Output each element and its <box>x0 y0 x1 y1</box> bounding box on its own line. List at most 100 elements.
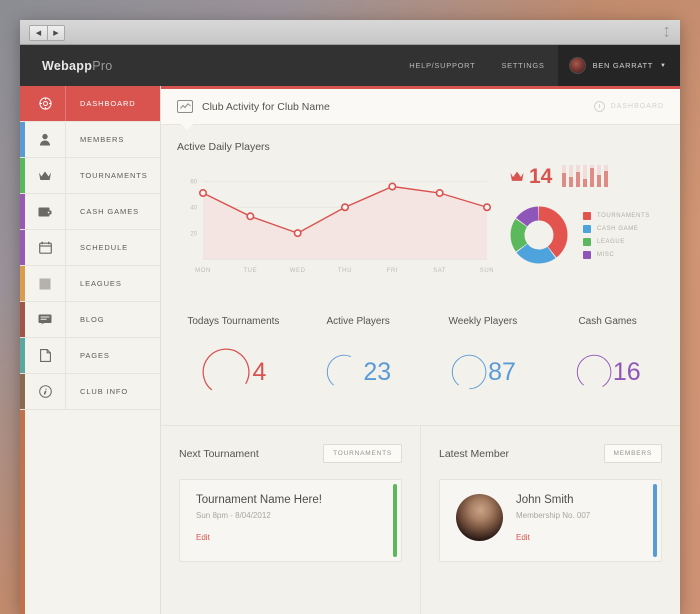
kpi-ring: 87 <box>450 339 516 405</box>
sidebar-item-label: TOURNAMENTS <box>80 171 148 180</box>
sidebar-item-label: CASH GAMES <box>80 207 140 216</box>
kpi-cash-games: Cash Games 16 <box>545 316 670 405</box>
sparkline-chart <box>562 165 609 187</box>
content-area: Club Activity for Club Name DASHBOARD Ac… <box>161 86 680 614</box>
line-chart-icon <box>177 100 193 113</box>
sparkline-bar <box>597 165 602 187</box>
kpi-todays-tournaments: Todays Tournaments 4 <box>171 316 296 405</box>
panel-latest-member: Latest Member MEMBERS John Smith Members… <box>420 426 680 614</box>
sidebar-item-label: MEMBERS <box>80 135 125 144</box>
breadcrumb-label: DASHBOARD <box>610 103 664 110</box>
chart-section: Active Daily Players 20 40 60 MON TUE WED THU F… <box>161 125 680 310</box>
legend-label: CASH GAME <box>597 225 639 232</box>
legend-label: MISC <box>597 251 615 258</box>
kpi-row: Todays Tournaments 4 Active Players 23 W… <box>161 310 680 426</box>
avatar <box>568 57 586 74</box>
svg-text:FRI: FRI <box>387 268 398 274</box>
sidebar-item-label: LEAGUES <box>80 279 122 288</box>
progress-ring <box>451 354 487 390</box>
legend-label: LEAGUE <box>597 238 625 245</box>
kpi-value: 87 <box>488 357 516 386</box>
sidebar-item-label: BLOG <box>80 315 105 324</box>
svg-text:TUE: TUE <box>243 268 257 274</box>
sidebar-item-members[interactable]: MEMBERS <box>20 122 160 158</box>
user-menu[interactable]: BEN GARRATT ▼ <box>557 45 680 86</box>
tournament-card[interactable]: Tournament Name Here! Sun 8pm - 8/04/201… <box>179 479 402 562</box>
members-button[interactable]: MEMBERS <box>603 444 662 463</box>
chevron-down-icon: ▼ <box>660 62 666 69</box>
donut-legend: TOURNAMENTS CASH GAME LEAGUE MISC <box>583 211 650 259</box>
svg-text:THU: THU <box>338 268 352 274</box>
sparkline-bar <box>562 165 567 187</box>
sidebar-item-cash-games[interactable]: CASH GAMES <box>20 194 160 230</box>
kpi-weekly-players: Weekly Players 87 <box>421 316 546 405</box>
line-chart-panel: Active Daily Players 20 40 60 MON TUE WED THU F… <box>177 141 499 310</box>
crown-icon <box>25 158 66 193</box>
svg-text:WED: WED <box>290 268 306 274</box>
svg-text:SAT: SAT <box>433 268 446 274</box>
sidebar-item-schedule[interactable]: SCHEDULE <box>20 230 160 266</box>
calendar-icon <box>25 230 66 265</box>
user-icon <box>25 122 66 157</box>
card-text: John Smith Membership No. 007 Edit <box>516 494 590 545</box>
back-icon[interactable]: ◀ <box>30 26 47 40</box>
tournaments-count-stat: 14 <box>509 166 552 187</box>
square-icon <box>25 266 66 301</box>
clock-icon <box>593 101 605 112</box>
crown-stat-value: 14 <box>529 164 553 188</box>
edit-link[interactable]: Edit <box>516 533 530 542</box>
kpi-label: Todays Tournaments <box>187 316 280 327</box>
brand-primary: Webapp <box>42 58 93 73</box>
legend-swatch <box>583 224 591 233</box>
sidebar-item-club-info[interactable]: CLUB INFO <box>20 374 160 410</box>
member-card[interactable]: John Smith Membership No. 007 Edit <box>439 479 662 562</box>
page-header: Club Activity for Club Name DASHBOARD <box>161 89 680 130</box>
browser-nav-buttons: ◀ ▶ <box>29 25 65 41</box>
donut-row: TOURNAMENTS CASH GAME LEAGUE MISC <box>509 205 664 265</box>
active-daily-players-chart: 20 40 60 MON TUE WED THU FRI SAT SUN <box>177 167 499 282</box>
header-notch <box>181 124 193 130</box>
svg-text:20: 20 <box>190 231 197 237</box>
card-text: Tournament Name Here! Sun 8pm - 8/04/201… <box>196 494 322 545</box>
sidebar-item-label: DASHBOARD <box>80 99 136 108</box>
sidebar-strip <box>20 410 25 614</box>
tournaments-button[interactable]: TOURNAMENTS <box>323 444 402 463</box>
kpi-ring: 4 <box>200 339 266 405</box>
info-icon <box>25 374 66 409</box>
sidebar-item-label: PAGES <box>80 351 110 360</box>
panel-head: Next Tournament TOURNAMENTS <box>179 444 402 463</box>
tournament-datetime: Sun 8pm - 8/04/2012 <box>196 511 271 520</box>
card-accent <box>393 484 397 557</box>
page-icon <box>25 338 66 373</box>
legend-item: MISC <box>583 250 650 259</box>
legend-label: TOURNAMENTS <box>597 212 650 219</box>
tournament-name: Tournament Name Here! <box>196 494 322 506</box>
stat-row: 14 <box>509 161 664 191</box>
user-name: BEN GARRATT <box>592 61 654 70</box>
browser-window: ◀ ▶ ⤢ WebappPro HELP/SUPPORT SETTINGS BE… <box>20 20 680 614</box>
card-accent <box>653 484 657 557</box>
app-body: DASHBOARD MEMBERS TOURNAMENTS CASH GAMES… <box>20 86 680 614</box>
sidebar-item-leagues[interactable]: LEAGUES <box>20 266 160 302</box>
crown-icon <box>510 171 524 181</box>
nav-settings[interactable]: SETTINGS <box>488 61 557 70</box>
sidebar-item-pages[interactable]: PAGES <box>20 338 160 374</box>
top-navigation: HELP/SUPPORT SETTINGS BEN GARRATT ▼ <box>396 45 680 86</box>
edit-link[interactable]: Edit <box>196 533 210 542</box>
kpi-active-players: Active Players 23 <box>296 316 421 405</box>
forward-icon[interactable]: ▶ <box>47 26 64 40</box>
sidebar-item-label: SCHEDULE <box>80 243 129 252</box>
resize-icon[interactable]: ⤢ <box>660 26 673 39</box>
comment-icon <box>25 302 66 337</box>
sidebar-item-tournaments[interactable]: TOURNAMENTS <box>20 158 160 194</box>
app-brand: WebappPro <box>42 59 113 73</box>
wallet-icon <box>25 194 66 229</box>
member-photo <box>456 494 503 541</box>
membership-number: Membership No. 007 <box>516 511 591 520</box>
progress-ring <box>576 354 611 390</box>
kpi-label: Weekly Players <box>448 316 518 327</box>
bottom-panels: Next Tournament TOURNAMENTS Tournament N… <box>161 426 680 614</box>
sidebar-item-dashboard[interactable]: DASHBOARD <box>20 86 160 122</box>
nav-help-support[interactable]: HELP/SUPPORT <box>396 61 488 70</box>
sidebar-item-blog[interactable]: BLOG <box>20 302 160 338</box>
